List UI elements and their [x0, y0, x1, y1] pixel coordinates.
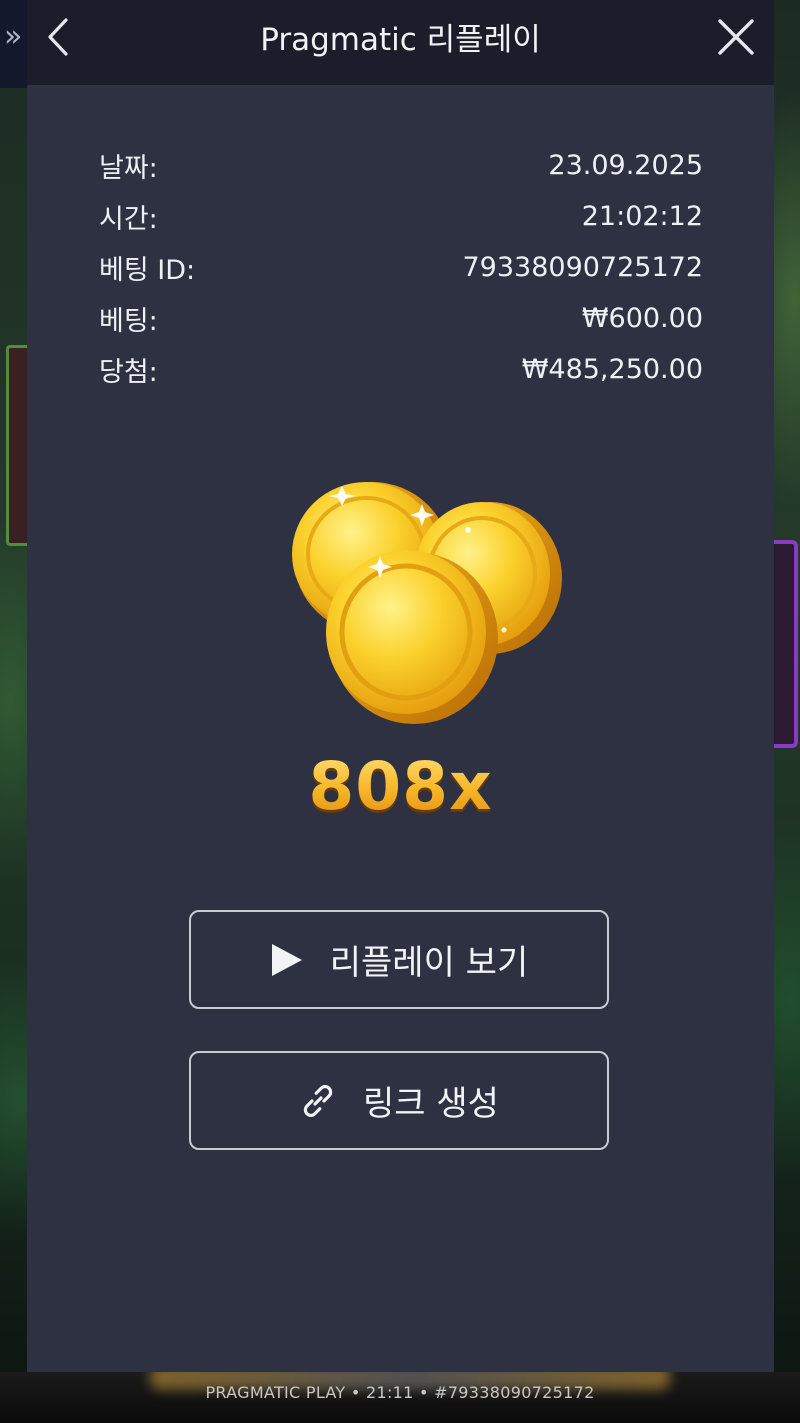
create-link-button[interactable]: 링크 생성 — [189, 1051, 609, 1150]
detail-row-bet: 베팅: ₩600.00 — [99, 293, 703, 344]
close-icon — [718, 19, 754, 55]
close-button[interactable] — [713, 14, 759, 60]
detail-value: 23.09.2025 — [548, 150, 703, 181]
detail-row-win: 당첨: ₩485,250.00 — [99, 344, 703, 395]
detail-value: 21:02:12 — [581, 201, 703, 232]
detail-label: 베팅 ID: — [99, 255, 196, 286]
watch-replay-label: 리플레이 보기 — [329, 943, 529, 983]
detail-row-time: 시간: 21:02:12 — [99, 191, 703, 242]
modal-header: Pragmatic 리플레이 — [27, 0, 774, 85]
footer-info: PRAGMATIC PLAY • 21:11 • #79338090725172 — [205, 1383, 595, 1402]
background-symbol-frame — [770, 540, 798, 748]
link-icon — [299, 1082, 337, 1120]
win-multiplier: 808x — [27, 748, 774, 825]
double-chevron-icon: » — [4, 19, 23, 54]
detail-row-date: 날짜: 23.09.2025 — [99, 140, 703, 191]
side-panel-toggle[interactable]: » — [0, 0, 28, 88]
detail-label: 시간: — [99, 204, 158, 235]
modal-title: Pragmatic 리플레이 — [260, 22, 541, 58]
detail-row-bet-id: 베팅 ID: 79338090725172 — [99, 242, 703, 293]
bet-details: 날짜: 23.09.2025 시간: 21:02:12 베팅 ID: 79338… — [99, 140, 703, 395]
detail-value: ₩600.00 — [581, 303, 703, 334]
detail-label: 날짜: — [99, 153, 158, 184]
detail-label: 당첨: — [99, 357, 158, 388]
detail-value: ₩485,250.00 — [521, 354, 703, 385]
play-icon — [270, 942, 304, 978]
replay-modal: Pragmatic 리플레이 날짜: 23.09.2025 시간: 21:02:… — [27, 0, 774, 1372]
gold-coins-icon — [292, 482, 562, 724]
detail-label: 베팅: — [99, 306, 158, 337]
create-link-label: 링크 생성 — [363, 1084, 499, 1124]
watch-replay-button[interactable]: 리플레이 보기 — [189, 910, 609, 1009]
detail-value: 79338090725172 — [462, 252, 704, 283]
